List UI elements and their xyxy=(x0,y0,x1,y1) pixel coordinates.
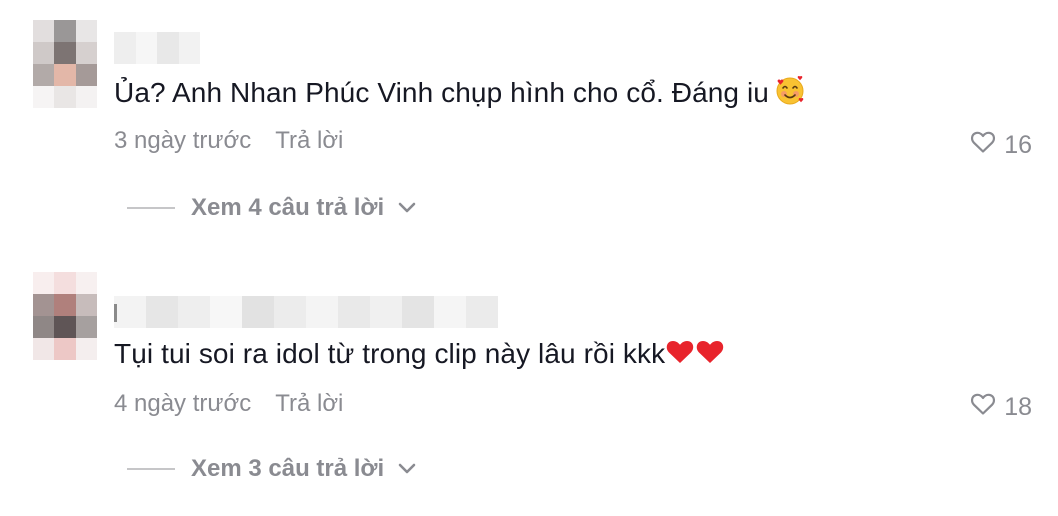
comment-body: Ủa? Anh Nhan Phúc Vinh chụp hình cho cổ.… xyxy=(114,76,769,108)
comment-timestamp: 4 ngày trước xyxy=(114,390,252,417)
like-count: 16 xyxy=(1004,131,1032,159)
heart-outline-icon xyxy=(970,392,996,423)
username-blur-block xyxy=(210,296,242,328)
avatar-pixel xyxy=(75,86,97,108)
comment-text: Tụi tui soi ra idol từ trong clip này lâ… xyxy=(114,338,725,373)
username-blurred[interactable] xyxy=(114,296,498,328)
username-blur-block xyxy=(114,296,146,328)
comment-meta: 4 ngày trước Trả lời xyxy=(114,390,343,418)
avatar-pixel xyxy=(33,316,55,338)
username-blur-block xyxy=(402,296,434,328)
avatar-pixel xyxy=(54,86,76,108)
username-blur-block xyxy=(178,296,210,328)
avatar-pixel xyxy=(75,42,97,64)
avatar-pixel xyxy=(33,338,55,360)
avatar-pixel xyxy=(33,86,55,108)
username-blur-block xyxy=(306,296,338,328)
avatar-pixel xyxy=(54,338,76,360)
username-blur-block xyxy=(178,32,200,64)
reply-button[interactable]: Trả lời xyxy=(275,390,343,417)
view-replies-label: Xem 3 câu trả lời xyxy=(191,455,385,482)
avatar-pixel xyxy=(75,64,97,86)
avatar-pixel xyxy=(54,42,76,64)
view-replies-button[interactable]: Xem 3 câu trả lời xyxy=(127,455,416,483)
reply-button[interactable]: Trả lời xyxy=(275,127,343,154)
username-blur-block xyxy=(466,296,498,328)
comment-text: Ủa? Anh Nhan Phúc Vinh chụp hình cho cổ.… xyxy=(114,76,805,113)
chevron-down-icon xyxy=(398,202,416,214)
divider-line xyxy=(127,468,175,470)
avatar-pixel xyxy=(33,294,55,316)
chevron-down-icon xyxy=(398,463,416,475)
comment-body: Tụi tui soi ra idol từ trong clip này lâ… xyxy=(114,338,666,369)
avatar-pixel xyxy=(75,20,97,42)
username-blur-block xyxy=(135,32,157,64)
comment-meta: 3 ngày trước Trả lời xyxy=(114,127,343,155)
heart-outline-icon xyxy=(970,130,996,161)
like-button[interactable]: 18 xyxy=(970,392,1032,423)
like-count: 18 xyxy=(1004,393,1032,421)
avatar-pixel xyxy=(75,338,97,360)
username-blur-block xyxy=(370,296,402,328)
avatar-pixel xyxy=(54,294,76,316)
username-blur-block xyxy=(338,296,370,328)
like-button[interactable]: 16 xyxy=(970,130,1032,161)
comment-timestamp: 3 ngày trước xyxy=(114,127,252,154)
view-replies-button[interactable]: Xem 4 câu trả lời xyxy=(127,194,416,222)
username-blur-block xyxy=(242,296,274,328)
red-hearts-icon xyxy=(665,338,725,373)
username-blur-block xyxy=(146,296,178,328)
avatar-pixel xyxy=(75,316,97,338)
username-blur-block xyxy=(274,296,306,328)
divider-line xyxy=(127,207,175,209)
avatar-pixel xyxy=(75,272,97,294)
username-blur-edge xyxy=(114,304,117,322)
smiling-face-with-hearts-icon xyxy=(775,76,805,113)
username-blur-block xyxy=(157,32,179,64)
avatar-pixel xyxy=(75,294,97,316)
username-blurred[interactable] xyxy=(114,32,200,64)
avatar[interactable] xyxy=(33,272,97,360)
avatar-pixel xyxy=(54,20,76,42)
avatar-pixel xyxy=(54,316,76,338)
avatar-pixel xyxy=(33,64,55,86)
username-blur-block xyxy=(114,32,136,64)
avatar-pixel xyxy=(54,64,76,86)
avatar-pixel xyxy=(33,42,55,64)
view-replies-label: Xem 4 câu trả lời xyxy=(191,194,385,221)
avatar-pixel xyxy=(54,272,76,294)
username-blur-block xyxy=(434,296,466,328)
avatar-pixel xyxy=(33,272,55,294)
avatar[interactable] xyxy=(33,20,97,108)
comment-thread: Ủa? Anh Nhan Phúc Vinh chụp hình cho cổ.… xyxy=(0,0,1058,516)
avatar-pixel xyxy=(33,20,55,42)
